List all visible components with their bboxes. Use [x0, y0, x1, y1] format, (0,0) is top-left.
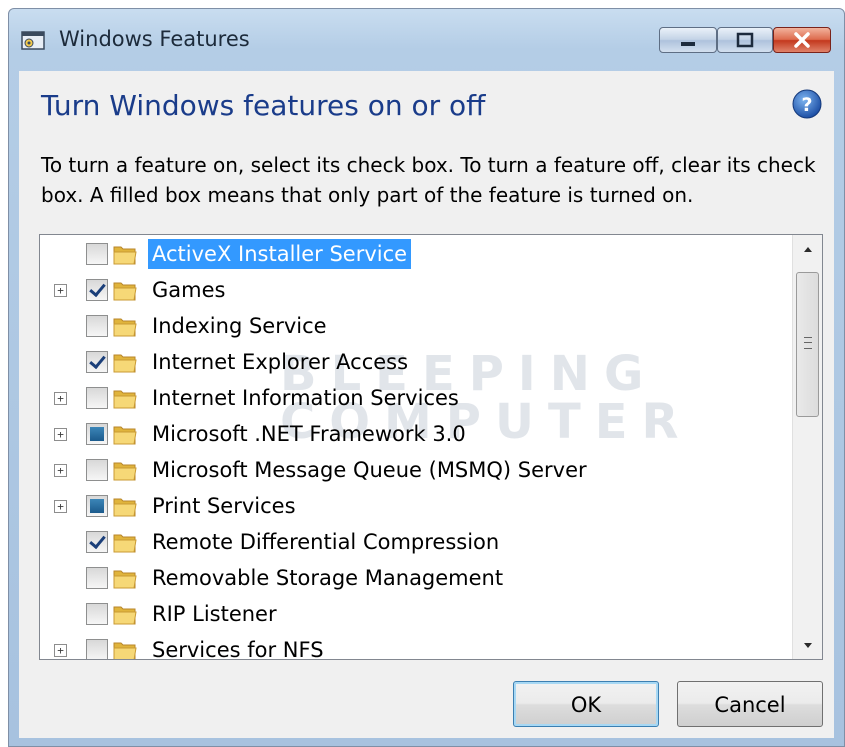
feature-checkbox[interactable]	[86, 495, 108, 517]
scroll-down-button[interactable]	[793, 633, 822, 657]
window-title: Windows Features	[59, 27, 250, 51]
feature-label[interactable]: Print Services	[148, 491, 300, 521]
maximize-button[interactable]	[717, 27, 773, 53]
feature-label[interactable]: Microsoft Message Queue (MSMQ) Server	[148, 455, 591, 485]
scroll-thumb[interactable]	[796, 272, 819, 417]
feature-checkbox[interactable]	[86, 567, 108, 589]
feature-label[interactable]: RIP Listener	[148, 599, 281, 629]
scroll-up-arrow-icon	[804, 247, 812, 252]
feature-row[interactable]: + Games	[40, 272, 790, 308]
expand-plus-icon[interactable]: +	[54, 644, 67, 657]
feature-label[interactable]: ActiveX Installer Service	[148, 239, 412, 269]
feature-row[interactable]: + Microsoft Message Queue (MSMQ) Server	[40, 452, 790, 488]
scroll-down-arrow-icon	[804, 643, 812, 648]
feature-checkbox[interactable]	[86, 315, 108, 337]
expand-plus-icon[interactable]: +	[54, 428, 67, 441]
feature-row[interactable]: ActiveX Installer Service	[40, 236, 790, 272]
expand-plus-icon[interactable]: +	[54, 392, 67, 405]
feature-row[interactable]: + Internet Information Services	[40, 380, 790, 416]
feature-checkbox[interactable]	[86, 459, 108, 481]
maximize-icon	[736, 32, 754, 48]
close-button[interactable]	[773, 27, 831, 53]
instruction-text: To turn a feature on, select its check b…	[41, 153, 816, 207]
feature-checkbox[interactable]	[86, 351, 108, 373]
folder-icon	[112, 566, 138, 590]
feature-row[interactable]: + Print Services	[40, 488, 790, 524]
title-bar[interactable]: Windows Features	[9, 9, 844, 71]
folder-icon	[112, 458, 138, 482]
feature-row[interactable]: + Microsoft .NET Framework 3.0	[40, 416, 790, 452]
help-question-icon[interactable]: ?	[791, 88, 823, 120]
windows-features-app-icon	[21, 31, 45, 50]
feature-checkbox[interactable]	[86, 243, 108, 265]
feature-row[interactable]: Internet Explorer Access	[40, 344, 790, 380]
scroll-grip-icon	[804, 337, 812, 349]
expand-plus-icon[interactable]: +	[54, 500, 67, 513]
folder-icon	[112, 602, 138, 626]
dialog-client-area: Turn Windows features on or off ? To tur…	[19, 71, 834, 738]
feature-checkbox[interactable]	[86, 639, 108, 659]
feature-row[interactable]: + Services for NFS	[40, 632, 790, 659]
feature-row[interactable]: Indexing Service	[40, 308, 790, 344]
feature-checkbox[interactable]	[86, 423, 108, 445]
feature-label[interactable]: Internet Information Services	[148, 383, 463, 413]
feature-row[interactable]: Remote Differential Compression	[40, 524, 790, 560]
feature-checkbox[interactable]	[86, 279, 108, 301]
feature-label[interactable]: Microsoft .NET Framework 3.0	[148, 419, 470, 449]
features-tree-list[interactable]: BLEEPING COMPUTER ActiveX Installer Serv…	[39, 234, 823, 660]
folder-icon	[112, 530, 138, 554]
feature-label[interactable]: Removable Storage Management	[148, 563, 507, 593]
folder-icon	[112, 278, 138, 302]
feature-label[interactable]: Indexing Service	[148, 311, 331, 341]
close-icon	[794, 32, 810, 48]
feature-row[interactable]: RIP Listener	[40, 596, 790, 632]
feature-row[interactable]: Removable Storage Management	[40, 560, 790, 596]
folder-icon	[112, 242, 138, 266]
folder-icon	[112, 422, 138, 446]
expand-plus-icon[interactable]: +	[54, 464, 67, 477]
cancel-button[interactable]: Cancel	[677, 681, 823, 727]
feature-checkbox[interactable]	[86, 603, 108, 625]
feature-checkbox[interactable]	[86, 531, 108, 553]
feature-checkbox[interactable]	[86, 387, 108, 409]
folder-icon	[112, 638, 138, 659]
folder-icon	[112, 386, 138, 410]
feature-label[interactable]: Games	[148, 275, 229, 305]
folder-icon	[112, 350, 138, 374]
page-title: Turn Windows features on or off	[41, 89, 486, 122]
vertical-scrollbar[interactable]	[792, 235, 822, 659]
ok-button[interactable]: OK	[513, 681, 659, 727]
expand-plus-icon[interactable]: +	[54, 284, 67, 297]
feature-label[interactable]: Remote Differential Compression	[148, 527, 503, 557]
folder-icon	[112, 494, 138, 518]
feature-label[interactable]: Services for NFS	[148, 635, 328, 659]
svg-text:?: ?	[801, 94, 812, 116]
minimize-icon	[681, 42, 695, 46]
feature-label[interactable]: Internet Explorer Access	[148, 347, 412, 377]
minimize-button[interactable]	[659, 27, 717, 53]
folder-icon	[112, 314, 138, 338]
windows-features-window: Windows Features Turn Windows features o…	[8, 8, 845, 747]
scroll-up-button[interactable]	[793, 237, 822, 261]
